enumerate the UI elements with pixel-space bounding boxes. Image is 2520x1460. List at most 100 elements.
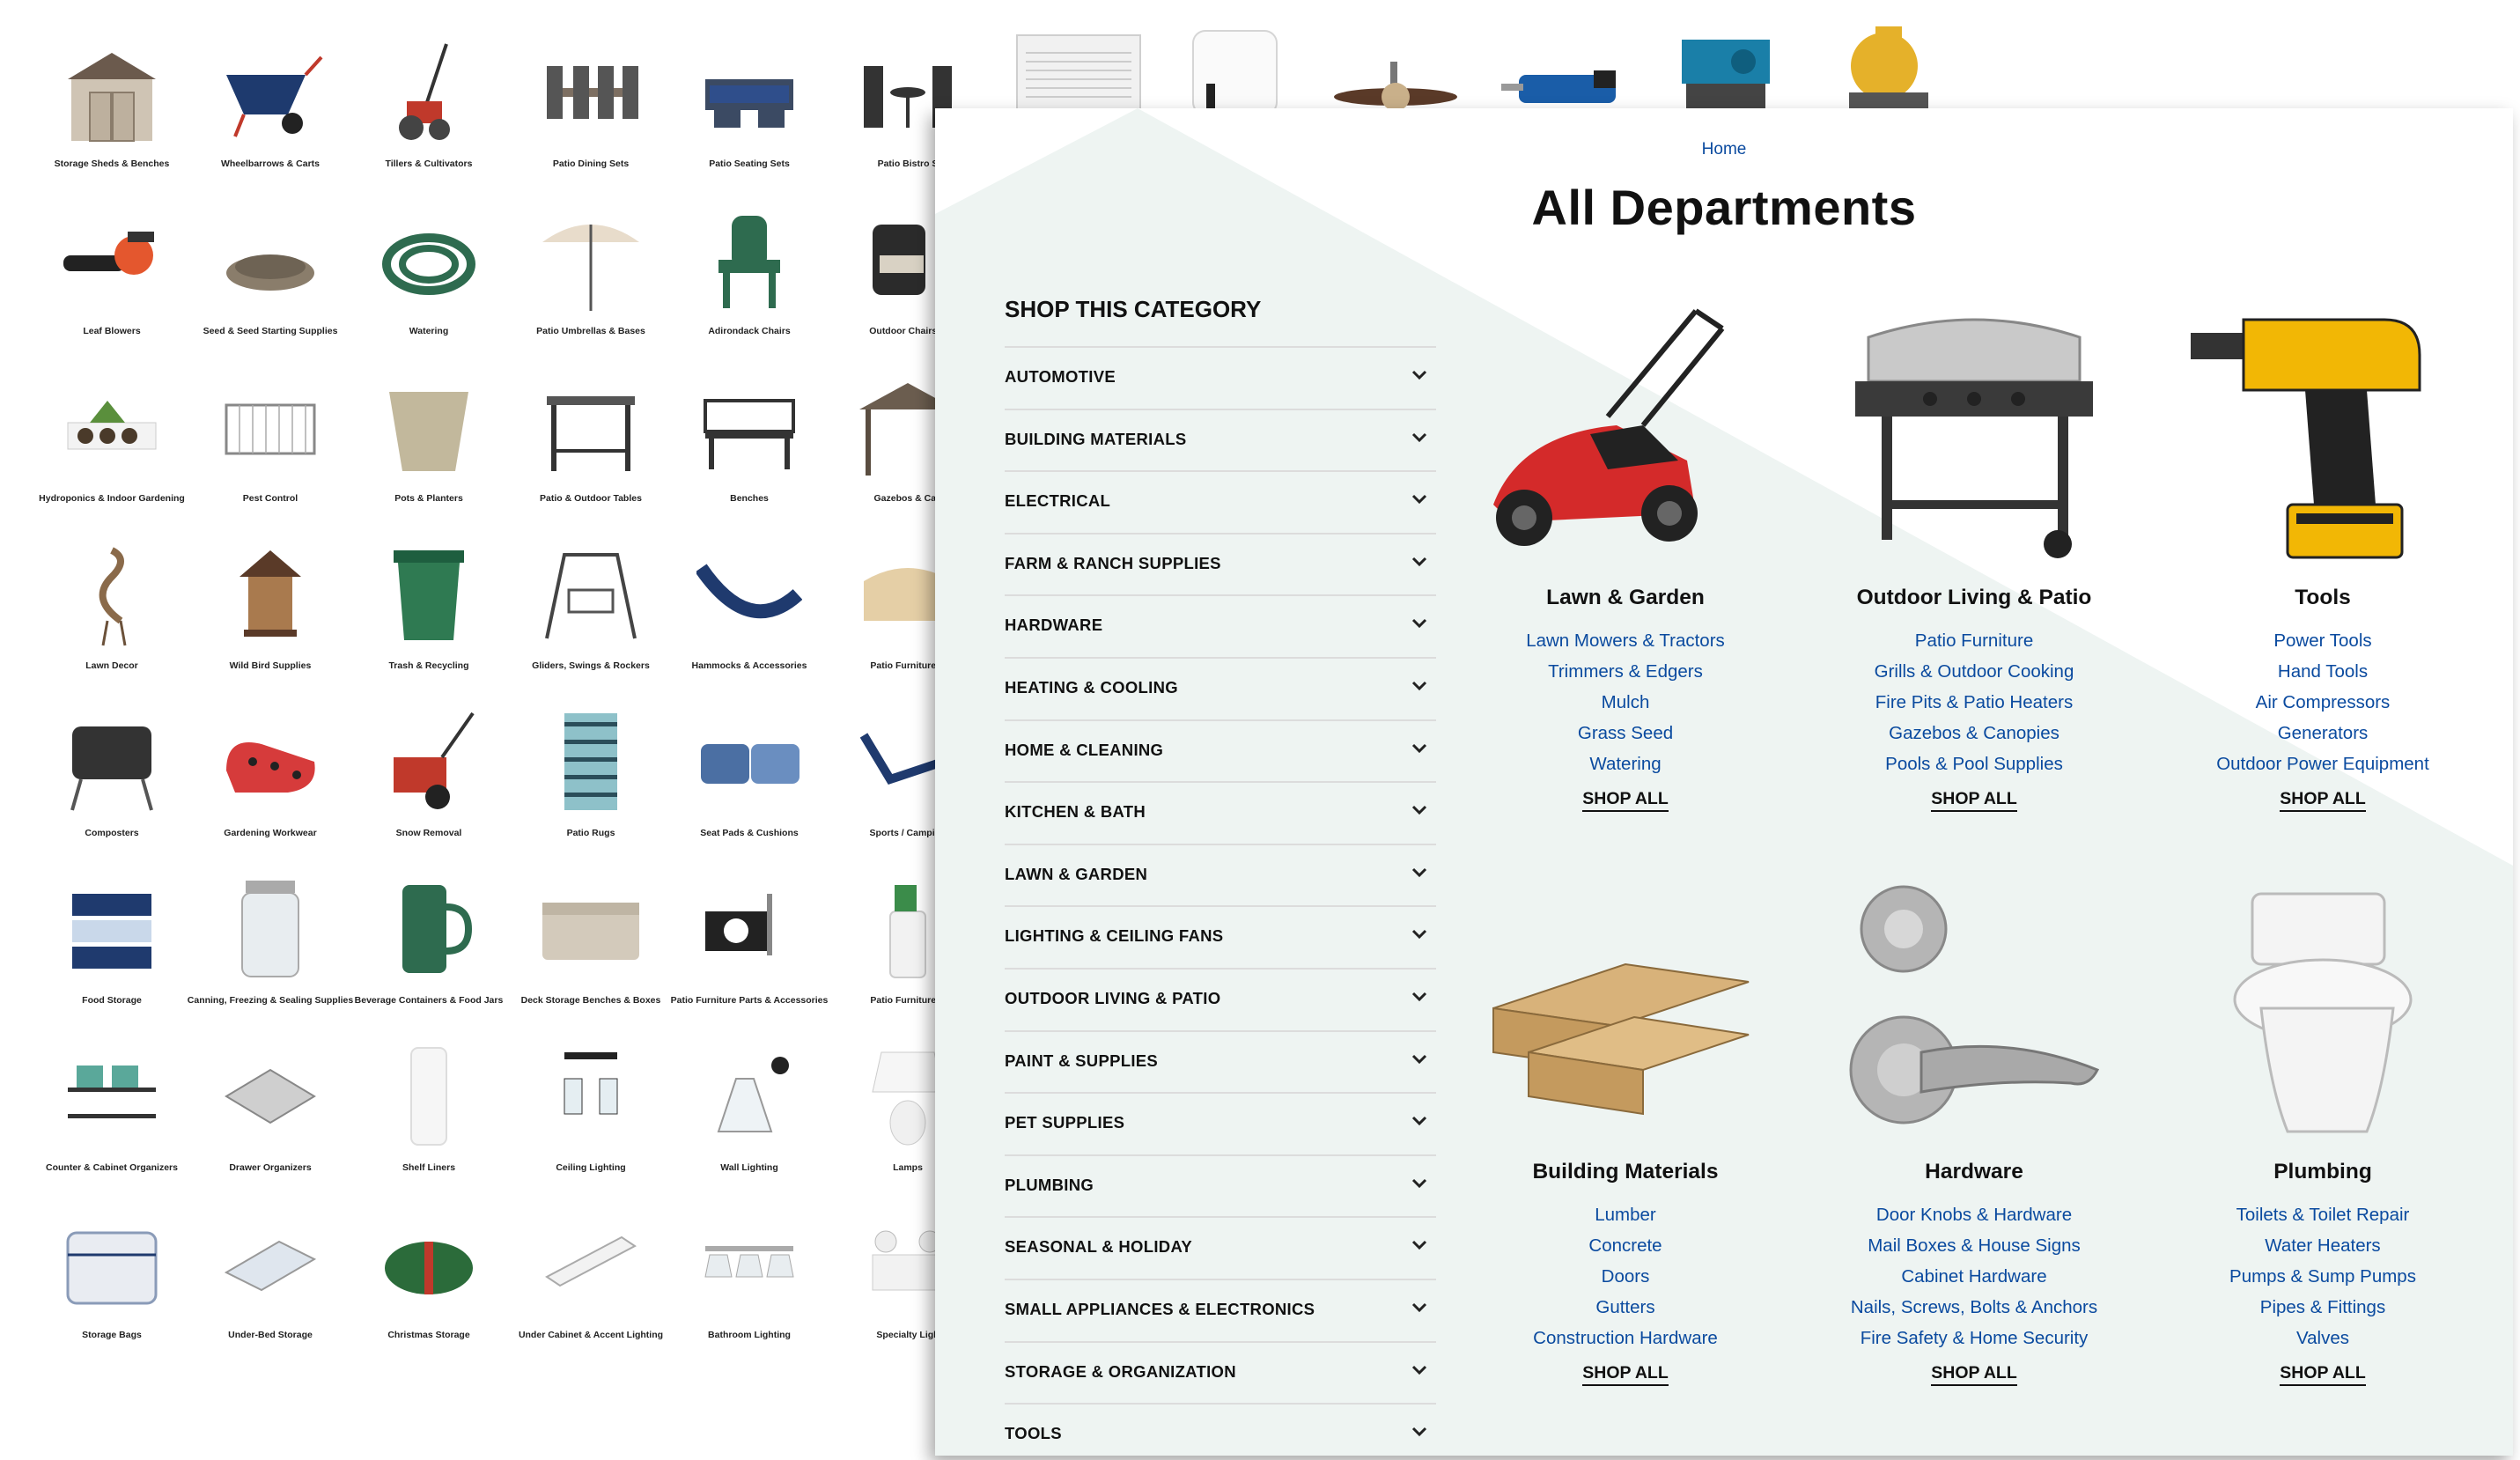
department-link[interactable]: Grass Seed	[1458, 718, 1793, 748]
air-conditioner-thumbnail[interactable]	[1013, 22, 1153, 111]
reciprocating-saw-thumbnail[interactable]	[1497, 22, 1638, 110]
thumbnail-hammocks[interactable]: Hammocks & Accessories	[670, 524, 829, 691]
department-link[interactable]: Gazebos & Canopies	[1807, 718, 2141, 748]
department-link[interactable]: Valves	[2155, 1323, 2490, 1353]
thumbnail-ceiling-lighting[interactable]: Ceiling Lighting	[512, 1026, 670, 1193]
thumbnail-under-cabinet-lighting[interactable]: Under Cabinet & Accent Lighting	[512, 1193, 670, 1360]
category-item-plumbing[interactable]: PLUMBING	[1005, 1154, 1436, 1217]
thumbnail-food-storage[interactable]: Food Storage	[33, 859, 191, 1026]
department-link[interactable]: Water Heaters	[2155, 1230, 2490, 1261]
category-item-heating-cooling[interactable]: HEATING & COOLING	[1005, 656, 1436, 719]
ceiling-fan-thumbnail[interactable]	[1325, 22, 1466, 111]
air-purifier-thumbnail[interactable]	[1175, 22, 1316, 115]
department-link[interactable]: Patio Furniture	[1807, 625, 2141, 656]
shop-all-link[interactable]: SHOP ALL	[2280, 1363, 2366, 1386]
department-link[interactable]: Construction Hardware	[1458, 1323, 1793, 1353]
thumbnail-storage-sheds[interactable]: Storage Sheds & Benches	[33, 22, 191, 189]
department-link[interactable]: Mail Boxes & House Signs	[1807, 1230, 2141, 1261]
toilet-image[interactable]	[2155, 876, 2490, 1140]
thumbnail-bathroom-lighting[interactable]: Bathroom Lighting	[670, 1193, 829, 1360]
category-item-lighting-fans[interactable]: LIGHTING & CEILING FANS	[1005, 905, 1436, 968]
door-lock-image[interactable]	[1807, 876, 2141, 1140]
department-link[interactable]: Lawn Mowers & Tractors	[1458, 625, 1793, 656]
thumbnail-patio-dining-sets[interactable]: Patio Dining Sets	[512, 22, 670, 189]
category-item-hardware[interactable]: HARDWARE	[1005, 594, 1436, 657]
shop-all-link[interactable]: SHOP ALL	[1582, 789, 1669, 812]
thumbnail-storage-bags[interactable]: Storage Bags	[33, 1193, 191, 1360]
shop-all-link[interactable]: SHOP ALL	[1931, 789, 2017, 812]
category-item-paint-supplies[interactable]: PAINT & SUPPLIES	[1005, 1029, 1436, 1093]
thumbnail-seed[interactable]: Seed & Seed Starting Supplies	[191, 189, 350, 357]
thumbnail-leaf-blowers[interactable]: Leaf Blowers	[33, 189, 191, 357]
thumbnail-beverage-containers[interactable]: Beverage Containers & Food Jars	[350, 859, 508, 1026]
department-link[interactable]: Trimmers & Edgers	[1458, 656, 1793, 687]
thumbnail-shelf-liners[interactable]: Shelf Liners	[350, 1026, 508, 1193]
thumbnail-patio-umbrellas[interactable]: Patio Umbrellas & Bases	[512, 189, 670, 357]
thumbnail-benches[interactable]: Benches	[670, 357, 829, 524]
shop-all-link[interactable]: SHOP ALL	[1931, 1363, 2017, 1386]
thumbnail-gliders-swings[interactable]: Gliders, Swings & Rockers	[512, 524, 670, 691]
category-item-storage-organization[interactable]: STORAGE & ORGANIZATION	[1005, 1340, 1436, 1404]
department-link[interactable]: Nails, Screws, Bolts & Anchors	[1807, 1292, 2141, 1323]
thumbnail-christmas-storage[interactable]: Christmas Storage	[350, 1193, 508, 1360]
thumbnail-composters[interactable]: Composters	[33, 691, 191, 859]
shop-all-link[interactable]: SHOP ALL	[2280, 789, 2366, 812]
department-link[interactable]: Door Knobs & Hardware	[1807, 1199, 2141, 1230]
department-link[interactable]: Watering	[1458, 748, 1793, 779]
category-item-electrical[interactable]: ELECTRICAL	[1005, 470, 1436, 533]
category-item-kitchen-bath[interactable]: KITCHEN & BATH	[1005, 781, 1436, 844]
shop-all-link[interactable]: SHOP ALL	[1582, 1363, 1669, 1386]
thumbnail-adirondack-chairs[interactable]: Adirondack Chairs	[670, 189, 829, 357]
category-item-building-materials[interactable]: BUILDING MATERIALS	[1005, 408, 1436, 471]
category-item-pet-supplies[interactable]: PET SUPPLIES	[1005, 1092, 1436, 1154]
department-link[interactable]: Grills & Outdoor Cooking	[1807, 656, 2141, 687]
lumber-image[interactable]	[1458, 876, 1793, 1140]
thumbnail-counter-organizers[interactable]: Counter & Cabinet Organizers	[33, 1026, 191, 1193]
category-item-farm-ranch[interactable]: FARM & RANCH SUPPLIES	[1005, 532, 1436, 595]
thumbnail-pest-control[interactable]: Pest Control	[191, 357, 350, 524]
thumbnail-patio-rugs[interactable]: Patio Rugs	[512, 691, 670, 859]
thumbnail-gardening-workwear[interactable]: Gardening Workwear	[191, 691, 350, 859]
department-title[interactable]: Building Materials	[1458, 1160, 1793, 1184]
department-title[interactable]: Tools	[2155, 586, 2490, 610]
category-item-outdoor-living[interactable]: OUTDOOR LIVING & PATIO	[1005, 967, 1436, 1030]
thumbnail-pots-planters[interactable]: Pots & Planters	[350, 357, 508, 524]
thumbnail-watering[interactable]: Watering	[350, 189, 508, 357]
department-link[interactable]: Hand Tools	[2155, 656, 2490, 687]
department-link[interactable]: Concrete	[1458, 1230, 1793, 1261]
lawn-mower-image[interactable]	[1458, 302, 1793, 566]
department-link[interactable]: Fire Safety & Home Security	[1807, 1323, 2141, 1353]
thumbnail-patio-tables[interactable]: Patio & Outdoor Tables	[512, 357, 670, 524]
thumbnail-wall-lighting[interactable]: Wall Lighting	[670, 1026, 829, 1193]
thumbnail-trash-recycling[interactable]: Trash & Recycling	[350, 524, 508, 691]
thumbnail-deck-storage[interactable]: Deck Storage Benches & Boxes	[512, 859, 670, 1026]
department-link[interactable]: Lumber	[1458, 1199, 1793, 1230]
department-link[interactable]: Mulch	[1458, 687, 1793, 718]
thumbnail-hydroponics[interactable]: Hydroponics & Indoor Gardening	[33, 357, 191, 524]
department-title[interactable]: Outdoor Living & Patio	[1807, 586, 2141, 610]
department-title[interactable]: Hardware	[1807, 1160, 2141, 1184]
thumbnail-snow-removal[interactable]: Snow Removal	[350, 691, 508, 859]
thumbnail-drawer-organizers[interactable]: Drawer Organizers	[191, 1026, 350, 1193]
department-link[interactable]: Cabinet Hardware	[1807, 1261, 2141, 1292]
department-link[interactable]: Pools & Pool Supplies	[1807, 748, 2141, 779]
thumbnail-under-bed-storage[interactable]: Under-Bed Storage	[191, 1193, 350, 1360]
department-link[interactable]: Gutters	[1458, 1292, 1793, 1323]
department-link[interactable]: Generators	[2155, 718, 2490, 748]
department-link[interactable]: Pipes & Fittings	[2155, 1292, 2490, 1323]
department-link[interactable]: Pumps & Sump Pumps	[2155, 1261, 2490, 1292]
category-item-tools[interactable]: TOOLS	[1005, 1403, 1436, 1456]
department-link[interactable]: Outdoor Power Equipment	[2155, 748, 2490, 779]
miter-saw-thumbnail[interactable]	[1814, 22, 1955, 110]
thumbnail-patio-seating-sets[interactable]: Patio Seating Sets	[670, 22, 829, 189]
department-link[interactable]: Power Tools	[2155, 625, 2490, 656]
department-link[interactable]: Doors	[1458, 1261, 1793, 1292]
thumbnail-wheelbarrows[interactable]: Wheelbarrows & Carts	[191, 22, 350, 189]
department-link[interactable]: Fire Pits & Patio Heaters	[1807, 687, 2141, 718]
department-title[interactable]: Plumbing	[2155, 1160, 2490, 1184]
department-title[interactable]: Lawn & Garden	[1458, 586, 1793, 610]
thumbnail-tillers[interactable]: Tillers & Cultivators	[350, 22, 508, 189]
thumbnail-canning[interactable]: Canning, Freezing & Sealing Supplies	[188, 859, 353, 1026]
department-link[interactable]: Air Compressors	[2155, 687, 2490, 718]
thumbnail-patio-furniture-parts[interactable]: Patio Furniture Parts & Accessories	[670, 859, 829, 1026]
